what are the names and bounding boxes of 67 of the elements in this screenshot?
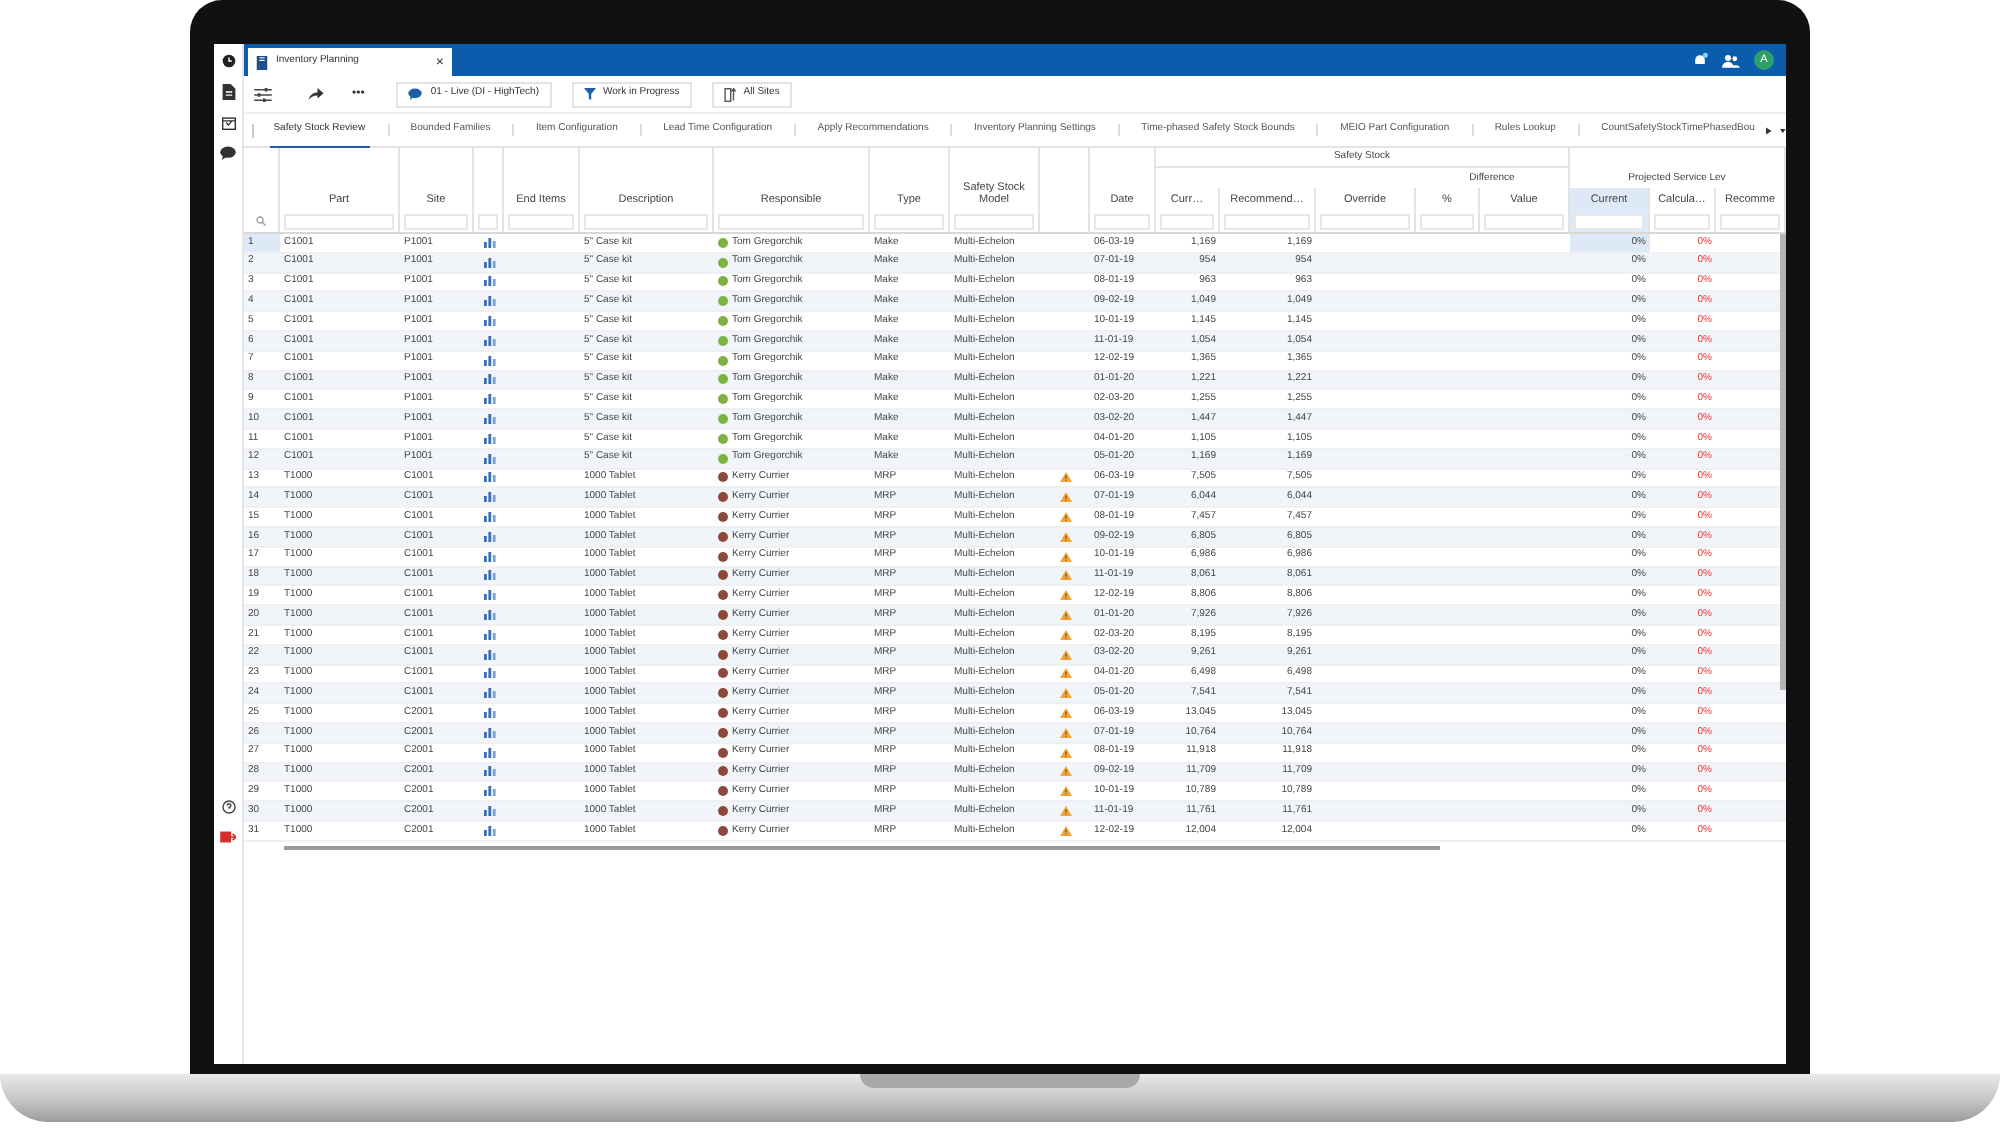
filter-field[interactable]	[1420, 213, 1474, 229]
calendar-icon[interactable]	[221, 116, 235, 130]
sort-icon	[723, 87, 736, 101]
bar-chart-icon[interactable]	[483, 257, 495, 268]
document-icon[interactable]	[221, 84, 235, 100]
chat-icon[interactable]	[220, 146, 236, 160]
bar-chart-icon[interactable]	[483, 727, 495, 738]
filter-field[interactable]	[1574, 213, 1644, 229]
filter-field[interactable]	[404, 213, 468, 229]
bar-chart-icon[interactable]	[483, 296, 495, 307]
bar-chart-icon[interactable]	[483, 335, 495, 346]
filter-field[interactable]	[1094, 213, 1150, 229]
filter-field[interactable]	[284, 213, 394, 229]
people-icon[interactable]	[1722, 53, 1740, 67]
filter-field[interactable]	[1224, 213, 1310, 229]
bar-chart-icon[interactable]	[483, 414, 495, 425]
bar-chart-icon[interactable]	[483, 374, 495, 385]
bar-chart-icon[interactable]	[483, 610, 495, 621]
filter-field[interactable]	[954, 213, 1034, 229]
horizontal-scrollbar[interactable]	[284, 845, 1440, 850]
filter-field[interactable]	[508, 213, 574, 229]
bar-chart-icon[interactable]	[483, 747, 495, 758]
bar-chart-icon[interactable]	[483, 316, 495, 327]
bar-chart-icon[interactable]	[483, 649, 495, 660]
tab-scroll-right-icon[interactable]	[1766, 125, 1773, 135]
bar-chart-icon[interactable]	[483, 629, 495, 640]
filter-field[interactable]	[1320, 213, 1410, 229]
bar-chart-icon[interactable]	[483, 766, 495, 777]
help-icon[interactable]	[221, 800, 235, 814]
bar-chart-icon[interactable]	[483, 688, 495, 699]
share-icon[interactable]	[308, 88, 324, 100]
filter-field[interactable]	[718, 213, 864, 229]
tab-list-caret-icon[interactable]	[1780, 127, 1786, 133]
bar-chart-icon[interactable]	[483, 551, 495, 562]
bar-chart-icon[interactable]	[483, 492, 495, 503]
filter-icon	[583, 88, 595, 100]
filter-field[interactable]	[1720, 213, 1780, 229]
bar-chart-icon[interactable]	[483, 786, 495, 797]
sliders-icon[interactable]	[254, 87, 272, 101]
chat-icon	[408, 88, 423, 100]
filter-field[interactable]	[584, 213, 708, 229]
bar-chart-icon[interactable]	[483, 590, 495, 601]
bar-chart-icon[interactable]	[483, 276, 495, 287]
exit-icon[interactable]	[220, 830, 236, 844]
clock-icon[interactable]	[221, 54, 235, 68]
bar-chart-icon[interactable]	[483, 708, 495, 719]
bar-chart-icon[interactable]	[483, 453, 495, 464]
search-icon[interactable]	[256, 216, 266, 226]
vertical-scrollbar[interactable]	[1780, 234, 1786, 690]
filter-field[interactable]	[1484, 213, 1564, 229]
bar-chart-icon[interactable]	[483, 570, 495, 581]
bar-chart-icon[interactable]	[483, 668, 495, 679]
bar-chart-icon[interactable]	[483, 355, 495, 366]
bar-chart-icon[interactable]	[483, 806, 495, 816]
bar-chart-icon[interactable]	[483, 512, 495, 523]
filter-field[interactable]	[874, 213, 944, 229]
filter-field[interactable]	[1654, 213, 1710, 229]
filter-field[interactable]	[1160, 213, 1214, 229]
bar-chart-icon[interactable]	[483, 825, 495, 836]
bar-chart-icon[interactable]	[483, 433, 495, 444]
filter-field[interactable]	[478, 213, 498, 229]
bar-chart-icon[interactable]	[483, 531, 495, 542]
notebook-icon	[256, 55, 268, 69]
bar-chart-icon[interactable]	[483, 237, 495, 248]
bar-chart-icon[interactable]	[483, 472, 495, 483]
bar-chart-icon[interactable]	[483, 394, 495, 405]
bell-icon[interactable]	[1692, 52, 1708, 68]
